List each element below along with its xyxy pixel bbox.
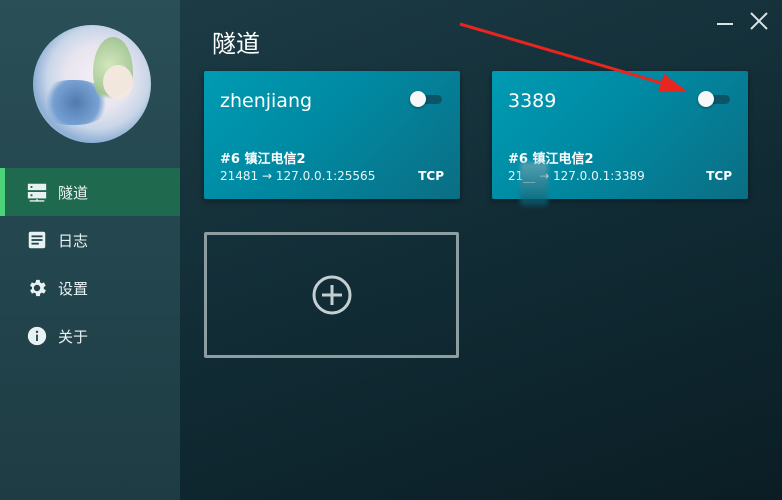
tunnel-protocol: TCP: [418, 169, 444, 183]
sidebar-nav: 隧道 日志 设置 关于: [0, 168, 180, 360]
tunnel-name: 3389: [508, 90, 557, 112]
tunnel-card[interactable]: zhenjiang #6 镇江电信2 21481 → 127.0.0.1:255…: [204, 71, 460, 199]
server-icon: [26, 181, 48, 203]
minimize-icon: [717, 23, 733, 25]
add-tunnel-button[interactable]: [204, 232, 459, 358]
tunnel-name: zhenjiang: [220, 90, 313, 112]
sidebar-item-label: 日志: [58, 231, 89, 250]
minimize-button[interactable]: [714, 10, 736, 32]
page-title: 隧道: [212, 30, 260, 58]
sidebar-item-label: 设置: [58, 279, 89, 298]
sidebar: 隧道 日志 设置 关于: [0, 0, 180, 500]
plus-circle-icon: [312, 275, 351, 315]
tunnel-protocol: TCP: [706, 169, 732, 183]
sidebar-item-tunnels[interactable]: 隧道: [0, 168, 180, 216]
gear-icon: [26, 277, 48, 299]
sidebar-item-about[interactable]: 关于: [0, 312, 180, 360]
sidebar-item-label: 关于: [58, 327, 89, 346]
redaction-blur: [520, 162, 548, 206]
tunnel-node: #6 镇江电信2: [220, 152, 306, 167]
close-icon: [750, 12, 768, 30]
info-icon: [26, 325, 48, 347]
avatar: [33, 25, 151, 143]
sidebar-item-logs[interactable]: 日志: [0, 216, 180, 264]
document-icon: [26, 229, 48, 251]
sidebar-item-settings[interactable]: 设置: [0, 264, 180, 312]
close-button[interactable]: [748, 10, 770, 32]
sidebar-item-label: 隧道: [58, 183, 89, 202]
tunnel-toggle[interactable]: [698, 91, 730, 107]
tunnel-mapping: 21481 → 127.0.0.1:25565: [220, 169, 376, 183]
main-panel: 隧道 zhenjiang #6 镇江电信2 21481 → 127.0.0.1:…: [180, 0, 782, 500]
tunnel-toggle[interactable]: [410, 91, 442, 107]
